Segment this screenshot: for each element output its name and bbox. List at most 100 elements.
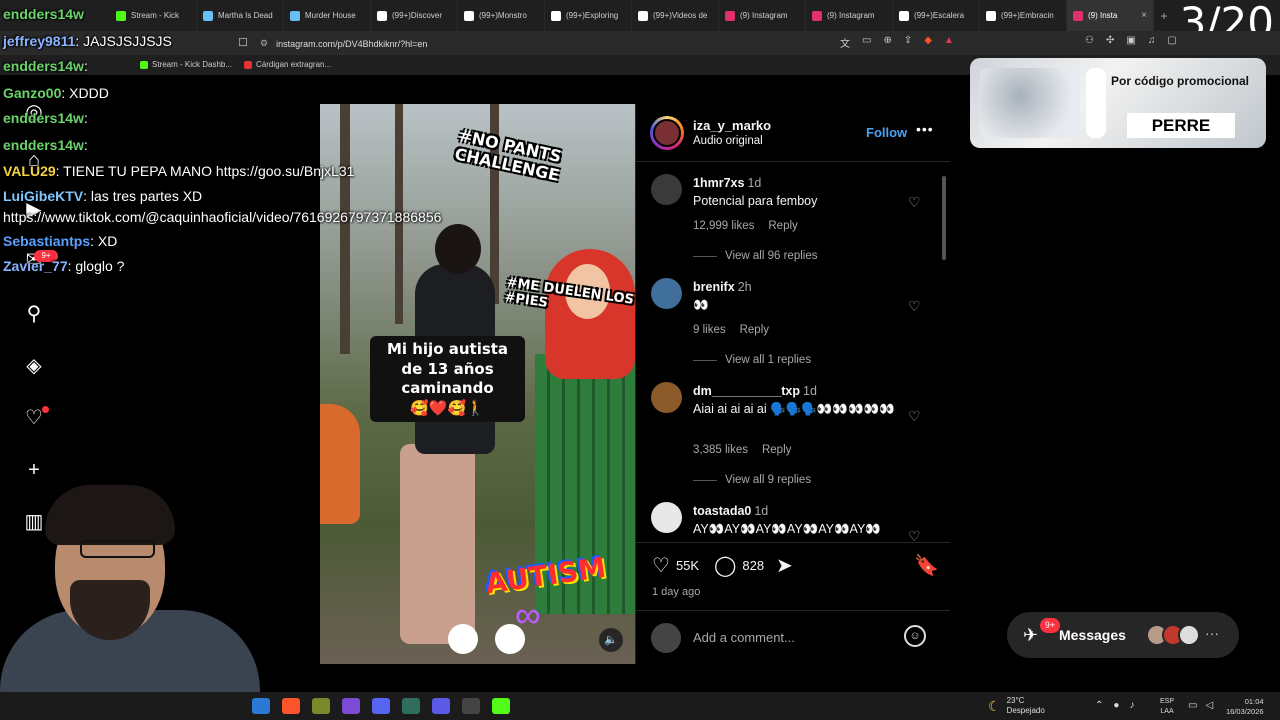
weather-widget[interactable]: ☾ 23°C Despejado (988, 696, 1045, 716)
messages-button[interactable]: ✈ 9+ Messages ··· (1007, 612, 1239, 658)
search-icon[interactable]: ⚲ (22, 302, 46, 326)
comment-user[interactable]: brenifx 2h (693, 280, 752, 294)
share-button[interactable]: ➤ (776, 553, 793, 578)
puzzle-icon[interactable]: ✣ (1106, 35, 1114, 46)
app-icon[interactable] (252, 698, 270, 714)
browser-tab[interactable]: (99+)Videos de (632, 0, 719, 31)
network-icon[interactable]: ▭ (1188, 700, 1197, 711)
reply-button[interactable]: Reply (762, 444, 791, 456)
chat-username[interactable]: Sebastiantps (3, 233, 90, 249)
extension-icon[interactable]: ⚇ (1085, 35, 1094, 46)
music-icon[interactable]: ♫ (1148, 35, 1156, 46)
close-tab-icon[interactable]: × (1141, 10, 1147, 21)
comment-likes[interactable]: 9 likes (693, 324, 726, 336)
clock[interactable]: 01:04 16/03/2026 (1226, 697, 1264, 717)
temperature: 23°C (1006, 696, 1025, 705)
chat-username[interactable]: LuiGibeKTV (3, 188, 83, 204)
chat-username[interactable]: Ganzo00 (3, 85, 61, 101)
avatar[interactable] (651, 502, 682, 533)
chat-username[interactable]: Zavier_77 (3, 258, 68, 274)
browser-tab[interactable]: (9) Instagram (806, 0, 893, 31)
app-icon[interactable] (432, 698, 450, 714)
comments-scrollbar[interactable] (941, 170, 947, 538)
sidebar-icon[interactable]: ▣ (1126, 35, 1135, 46)
like-comment-icon[interactable]: ♡ (908, 528, 921, 542)
save-button[interactable]: 🔖 (914, 553, 939, 578)
share-icon[interactable]: ⇪ (904, 35, 912, 50)
brave-shield-icon[interactable]: ◆ (924, 35, 932, 50)
more-options-icon[interactable]: ••• (916, 121, 934, 137)
comment-text: 👀 (693, 298, 709, 312)
post-date: 1 day ago (652, 586, 701, 598)
browser-tab[interactable]: (99+)Exploring (545, 0, 632, 31)
browser-tab[interactable]: (99+)Escalera (893, 0, 980, 31)
new-tab-button[interactable]: + (1154, 9, 1174, 23)
discord-icon[interactable] (372, 698, 390, 714)
follow-button[interactable]: Follow (866, 125, 907, 140)
browser-tab[interactable]: (9) Instagram (719, 0, 806, 31)
author-avatar[interactable] (650, 116, 684, 150)
audio-label[interactable]: Audio original (693, 135, 763, 147)
like-comment-icon[interactable]: ♡ (908, 298, 921, 315)
browser-tab[interactable]: (99+)Embracin (980, 0, 1067, 31)
chat-username[interactable]: endders14w (3, 110, 84, 126)
notification-dot (42, 406, 49, 413)
comment-input[interactable]: Add a comment... (693, 630, 795, 645)
tab-label: (99+)Escalera (914, 11, 965, 20)
avatar[interactable] (651, 278, 682, 309)
scrollbar-thumb[interactable] (942, 176, 946, 260)
person-legs (400, 444, 475, 644)
like-comment-icon[interactable]: ♡ (908, 194, 921, 211)
app-icon[interactable] (312, 698, 330, 714)
zoom-icon[interactable]: ⊕ (883, 35, 891, 50)
tray-status: ▭ ◁ (1188, 700, 1213, 711)
chat-message: Ganzo00: XDDD (3, 85, 109, 101)
app-tray-icon[interactable]: ● (1113, 700, 1119, 711)
comment-user[interactable]: dm__________txp 1d (693, 384, 817, 398)
chat-username[interactable]: endders14w (3, 58, 84, 74)
author-username[interactable]: iza_y_marko (693, 118, 771, 133)
messages-label: Messages (1059, 627, 1126, 643)
view-replies[interactable]: View all 96 replies (693, 250, 817, 262)
create-icon[interactable]: + (22, 458, 46, 482)
obs-icon[interactable] (462, 698, 480, 714)
app-icon[interactable] (342, 698, 360, 714)
rewards-icon[interactable]: ▲ (944, 35, 954, 50)
view-replies[interactable]: View all 1 replies (693, 354, 811, 366)
avatar[interactable] (651, 174, 682, 205)
chat-text: : las tres partes XD (83, 188, 203, 204)
cast-icon[interactable]: ▭ (862, 35, 871, 50)
app-icon[interactable] (402, 698, 420, 714)
chat-username[interactable]: VALU29 (3, 163, 56, 179)
chevron-up-icon[interactable]: ⌃ (1095, 700, 1103, 711)
reply-button[interactable]: Reply (740, 324, 769, 336)
comment-likes[interactable]: 12,999 likes (693, 220, 754, 232)
comment-user[interactable]: 1hmr7xs 1d (693, 176, 761, 190)
reply-button[interactable]: Reply (768, 220, 797, 232)
promo-banner: Por código promocional PERRE (970, 58, 1266, 148)
mic-icon[interactable]: ♪ (1129, 700, 1134, 711)
explore-icon[interactable]: ◈ (22, 354, 46, 378)
brave-icon[interactable] (282, 698, 300, 714)
comment-username: 1hmr7xs (693, 176, 745, 190)
comment-likes[interactable]: 3,385 likes (693, 444, 748, 456)
chat-message: jeffrey9811: JAJSJSJJSJS (3, 33, 172, 49)
kick-icon[interactable] (492, 698, 510, 714)
avatar[interactable] (651, 382, 682, 413)
volume-icon[interactable]: ◁ (1205, 700, 1213, 711)
chat-username[interactable]: endders14w (3, 137, 84, 153)
comment-button[interactable]: ◯ 828 (714, 553, 764, 578)
comment-user[interactable]: toastada0 1d (693, 504, 768, 518)
like-comment-icon[interactable]: ♡ (908, 408, 921, 425)
chat-username[interactable]: jeffrey9811 (3, 33, 75, 49)
window-icon[interactable]: ▢ (1167, 35, 1176, 46)
emoji-icon[interactable]: ☺ (904, 625, 926, 647)
browser-tab[interactable]: (9) Insta × (1067, 0, 1154, 31)
translate-icon[interactable]: 文 (840, 35, 850, 50)
chat-username[interactable]: endders14w (3, 6, 84, 22)
mute-icon[interactable]: 🔈 (599, 628, 623, 652)
comment-icon: ◯ (714, 555, 737, 577)
view-replies[interactable]: View all 9 replies (693, 474, 811, 486)
input-language[interactable]: ESP LAA (1160, 697, 1174, 717)
like-button[interactable]: ♡ 55K (652, 553, 699, 578)
